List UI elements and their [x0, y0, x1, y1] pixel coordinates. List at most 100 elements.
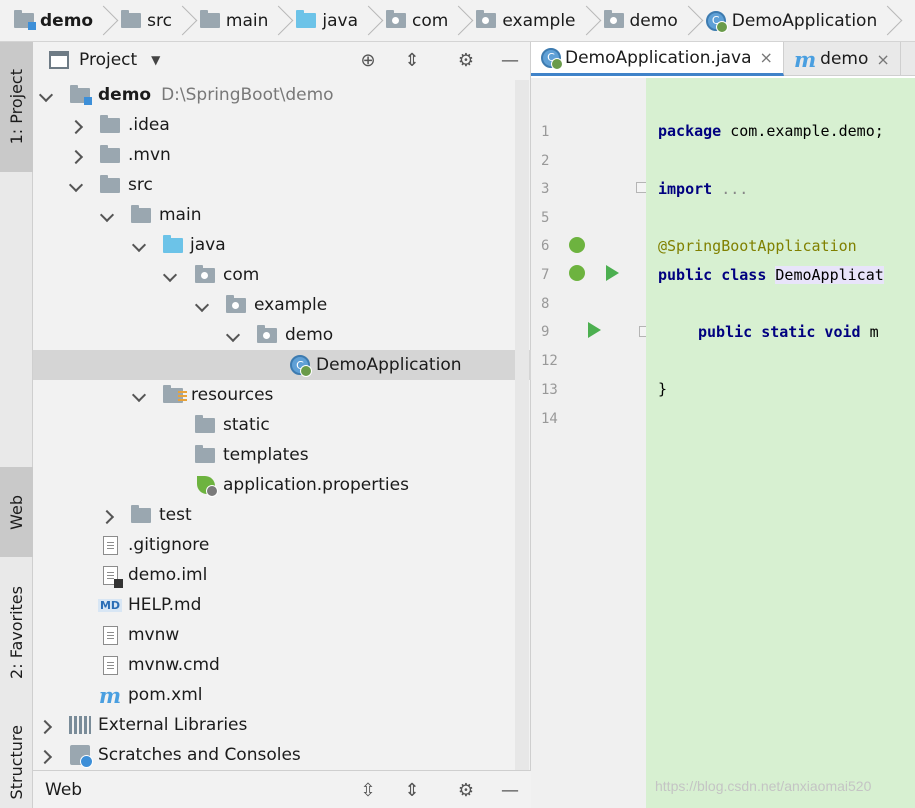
chevron-right-icon[interactable] [37, 749, 53, 765]
tree-row-idea[interactable]: .idea [33, 110, 531, 140]
source-folder-icon [296, 10, 317, 28]
code-line-6: @SpringBootApplication [658, 237, 857, 255]
tree-row-mvnw[interactable]: mvnw [33, 620, 531, 650]
tree-row-test[interactable]: test [33, 500, 531, 530]
tree-row-demoapplication[interactable]: C DemoApplication [33, 350, 531, 380]
project-tree: demo D:\SpringBoot\demo .idea .mvn src ma… [33, 80, 531, 770]
collapse-all-icon[interactable]: ⇕ [401, 49, 423, 71]
tree-row-label: HELP.md [128, 595, 202, 615]
spring-bean-icon[interactable] [569, 237, 585, 253]
tree-row-demo-root[interactable]: demo D:\SpringBoot\demo [33, 80, 531, 110]
editor-gutter: 1 2 3 5 6 7 8 9 12 13 14 [531, 78, 650, 808]
line-number: 5 [541, 210, 550, 226]
tool-tab-web[interactable]: Web [0, 467, 33, 557]
project-panel-title[interactable]: Project [79, 50, 137, 70]
tree-row-label: External Libraries [98, 715, 248, 735]
tree-row-label: com [223, 265, 260, 285]
tree-row-java[interactable]: java [33, 230, 531, 260]
package-icon [476, 10, 497, 28]
folder-icon [121, 10, 142, 28]
tool-tab-label: 2: Favorites [7, 585, 26, 679]
breadcrumb-separator [274, 0, 288, 41]
gear-icon[interactable]: ⚙ [455, 779, 477, 801]
tree-row-src[interactable]: src [33, 170, 531, 200]
tree-row-demo-iml[interactable]: demo.iml [33, 560, 531, 590]
breadcrumb-label: DemoApplication [731, 10, 878, 31]
tool-tab-label: Structure [7, 725, 26, 800]
project-scrollbar[interactable] [515, 80, 529, 770]
chevron-right-icon[interactable] [99, 509, 115, 525]
tree-row-resources[interactable]: resources [33, 380, 531, 410]
chevron-down-icon[interactable] [131, 237, 147, 254]
run-icon[interactable] [606, 265, 619, 281]
chevron-down-icon[interactable] [162, 267, 178, 284]
breadcrumb-item-demo-package[interactable]: demo [603, 0, 684, 41]
tab-demoapplication-java[interactable]: C DemoApplication.java × [531, 42, 784, 76]
web-panel-title[interactable]: Web [45, 780, 82, 800]
tree-row-label: java [190, 235, 226, 255]
close-icon[interactable]: × [876, 50, 889, 69]
tree-row-static[interactable]: static [33, 410, 531, 440]
chevron-down-icon[interactable] [38, 87, 54, 104]
tab-pom-demo[interactable]: m demo × [784, 42, 901, 76]
folder-icon [194, 444, 216, 465]
tree-row-help-md[interactable]: MD HELP.md [33, 590, 531, 620]
tree-row-com[interactable]: com [33, 260, 531, 290]
tree-row-templates[interactable]: templates [33, 440, 531, 470]
tree-row-demo-package[interactable]: demo [33, 320, 531, 350]
line-number: 9 [541, 324, 550, 340]
tree-row-main[interactable]: main [33, 200, 531, 230]
breadcrumb-item-demo[interactable]: demo [14, 0, 99, 41]
tree-row-label: demo [285, 325, 334, 345]
gear-icon[interactable]: ⚙ [455, 49, 477, 71]
chevron-right-icon[interactable] [37, 719, 53, 735]
chevron-right-icon[interactable] [68, 149, 84, 165]
code-area[interactable]: package com.example.demo; import ... @Sp… [646, 78, 915, 808]
tree-row-mvnw-cmd[interactable]: mvnw.cmd [33, 650, 531, 680]
tree-row-label: static [223, 415, 270, 435]
breadcrumb-item-example[interactable]: example [476, 0, 581, 41]
maven-icon: m [98, 682, 122, 708]
text-file-icon [99, 655, 121, 675]
tree-row-external-libraries[interactable]: External Libraries [33, 710, 531, 740]
chevron-down-icon[interactable] [68, 177, 84, 194]
web-panel-header: Web ⇳ ⇕ ⚙ — [33, 770, 531, 808]
tab-label: demo [820, 49, 869, 69]
breadcrumb-separator [364, 0, 378, 41]
chevron-down-icon[interactable] [225, 327, 241, 344]
line-number: 14 [541, 411, 558, 427]
locate-icon[interactable]: ⊕ [357, 49, 379, 71]
breadcrumb-separator [178, 0, 192, 41]
spring-class-gutter-icon[interactable] [569, 265, 585, 281]
spring-properties-icon [195, 475, 218, 497]
tool-tab-favorites[interactable]: 2: Favorites [0, 567, 33, 697]
chevron-down-icon[interactable]: ▼ [151, 53, 160, 67]
tree-row-mvn[interactable]: .mvn [33, 140, 531, 170]
tree-row-scratches[interactable]: Scratches and Consoles [33, 740, 531, 770]
tree-row-application-properties[interactable]: application.properties [33, 470, 531, 500]
chevron-down-icon[interactable] [131, 387, 147, 404]
close-icon[interactable]: × [760, 48, 773, 67]
editor: C DemoApplication.java × m demo × 1 2 3 … [531, 42, 915, 808]
code-line-13: } [658, 380, 668, 398]
source-folder-icon [162, 234, 184, 255]
tree-row-pom-xml[interactable]: m pom.xml [33, 680, 531, 710]
tool-tab-structure[interactable]: Structure [0, 717, 33, 808]
hide-icon[interactable]: — [499, 779, 521, 801]
hide-icon[interactable]: — [499, 49, 521, 71]
chevron-down-icon[interactable] [194, 297, 210, 314]
collapse-all-icon[interactable]: ⇕ [401, 779, 423, 801]
run-icon[interactable] [588, 322, 601, 338]
expand-all-icon[interactable]: ⇳ [357, 779, 379, 801]
tool-tab-project[interactable]: 1: Project [0, 42, 33, 172]
line-number: 13 [541, 382, 558, 398]
breadcrumb-separator [454, 0, 468, 41]
code-line-3: import ... [658, 180, 749, 198]
tree-row-gitignore[interactable]: .gitignore [33, 530, 531, 560]
breadcrumb-item-demoapplication[interactable]: C DemoApplication [705, 0, 884, 41]
chevron-right-icon[interactable] [68, 119, 84, 135]
breadcrumb: demo src main java com example demo C De… [0, 0, 915, 42]
tool-tab-label: Web [7, 494, 26, 530]
tree-row-example[interactable]: example [33, 290, 531, 320]
chevron-down-icon[interactable] [99, 207, 115, 224]
